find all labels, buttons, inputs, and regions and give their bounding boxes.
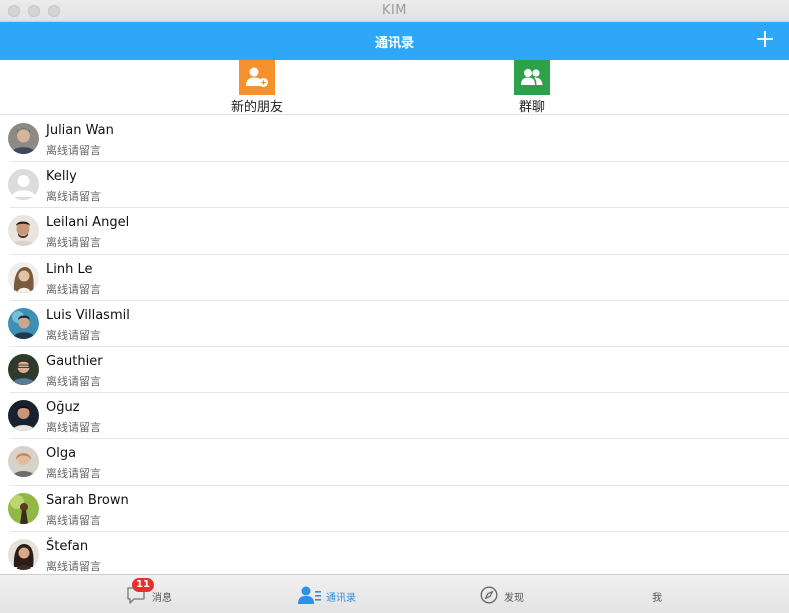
avatar [8,400,39,432]
bottom-tab-bar: 11 消息 通讯录 发现 我 [0,574,789,613]
contact-status: 离线请留言 [46,559,101,573]
contact-name: Kelly [46,169,77,185]
contact-status: 离线请留言 [46,513,101,527]
tab-discover[interactable]: 发现 [480,575,540,613]
contact-name: Linh Le [46,261,93,277]
contact-name: Sarah Brown [46,492,129,508]
avatar [8,538,39,570]
contact-status: 离线请留言 [46,144,101,157]
contact-name: Olga [46,446,77,462]
contact-status: 离线请留言 [46,282,101,296]
group-icon [514,60,550,95]
contact-name: Štefan [46,538,89,554]
contact-row[interactable]: Linh Le 离线请留言 [0,255,789,301]
contacts-icon [298,585,322,609]
contact-row[interactable]: Oğuz 离线请留言 [0,393,789,440]
contact-status: 离线请留言 [46,328,101,342]
group-chat-label: 群聊 [518,100,545,115]
tab-discover-label: 发现 [504,593,524,604]
avatar [8,446,39,478]
avatar [8,307,39,339]
contact-name: Oğuz [46,400,80,416]
contact-row[interactable]: Leilani Angel 离线请留言 [0,208,789,255]
avatar [8,169,39,201]
contact-status: 离线请留言 [46,467,101,481]
add-button[interactable] [757,31,773,47]
tab-contacts[interactable]: 通讯录 [298,575,368,613]
tab-contacts-label: 通讯录 [326,593,356,604]
new-friends-label: 新的朋友 [230,100,283,115]
app-header: 通讯录 [0,22,789,60]
title-bar: KIM [0,0,789,22]
contact-row[interactable]: Kelly 离线请留言 [0,162,789,209]
contact-name: Gauthier [46,353,103,369]
unread-badge: 11 [132,578,154,592]
contact-status: 离线请留言 [46,421,101,435]
contact-status: 离线请留言 [46,190,101,204]
contact-name: Julian Wan [46,123,114,138]
contact-list: Julian Wan 离线请留言 Kelly 离线请留言 Leilani Ang… [0,116,789,574]
add-friend-icon [239,60,275,95]
new-friends-entry[interactable]: 新的朋友 [212,60,302,115]
contact-status: 离线请留言 [46,236,101,250]
quick-entries: 新的朋友 群聊 [0,60,789,115]
avatar [8,123,39,154]
contact-status: 离线请留言 [46,374,101,388]
group-chat-entry[interactable]: 群聊 [487,60,577,115]
avatar [8,353,39,385]
tab-messages-label: 消息 [152,593,172,604]
contact-row[interactable]: Sarah Brown 离线请留言 [0,486,789,532]
avatar [8,492,39,524]
contact-name: Leilani Angel [46,215,130,231]
window-title: KIM [381,3,408,18]
contact-name: Luis Villasmil [46,307,130,323]
avatar [8,261,39,293]
app-window: KIM 通讯录 新的朋友 群聊 Julian Wan 离线请留言 Kelly 离… [0,0,789,613]
avatar [8,215,39,247]
page-title: 通讯录 [374,36,414,51]
contact-row[interactable]: Gauthier 离线请留言 [0,347,789,394]
tab-me-label: 我 [652,593,662,604]
contact-row[interactable]: Olga 离线请留言 [0,439,789,486]
contact-row[interactable]: Štefan 离线请留言 [0,532,789,574]
contact-row[interactable]: Julian Wan 离线请留言 [0,116,789,163]
tab-me[interactable]: 我 [650,575,680,613]
compass-icon [480,586,498,608]
tab-messages[interactable]: 11 消息 [126,575,186,613]
contact-row[interactable]: Luis Villasmil 离线请留言 [0,301,789,348]
